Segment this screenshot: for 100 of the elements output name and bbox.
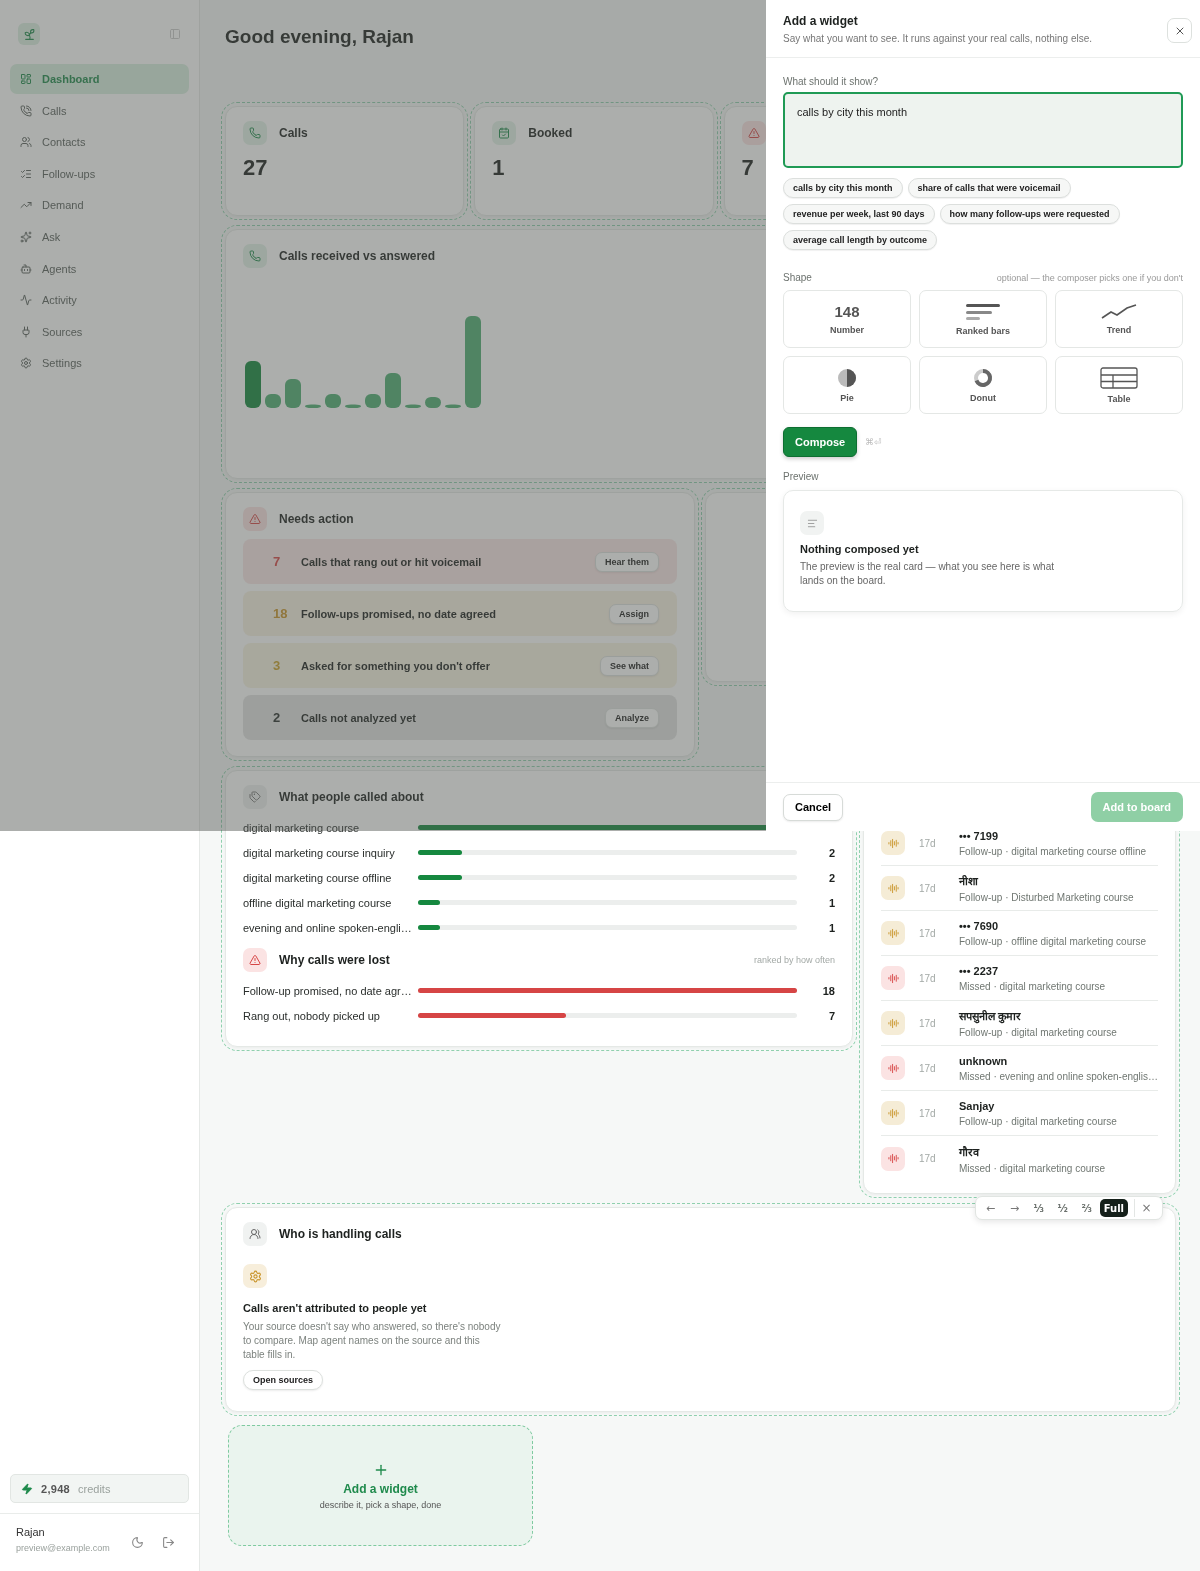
action-button[interactable]: See what (600, 655, 659, 676)
width-option[interactable]: ⅔ (1075, 1199, 1098, 1217)
call-detail: Missed · evening and online spoken-englis… (959, 1070, 1158, 1082)
chart-bar (245, 361, 261, 408)
card-title: Needs action (279, 512, 354, 526)
move-button[interactable]: ← (979, 1199, 1002, 1217)
cancel-button[interactable]: Cancel (783, 793, 844, 821)
phone-icon (243, 244, 267, 268)
move-button[interactable]: → (1003, 1199, 1026, 1217)
reason-count: 7 (827, 1009, 835, 1022)
checklist-icon (20, 167, 32, 180)
caller-name: ••• 2237 (959, 964, 1000, 977)
call-row[interactable]: 17d सपसुनील कुमार Follow-up · digital marketing course (881, 1001, 1158, 1046)
action-button[interactable]: Hear them (595, 551, 659, 572)
shape-label: Shape (783, 272, 812, 283)
section-note: ranked by how often (753, 955, 835, 965)
action-count: 7 (273, 554, 282, 569)
chart-bar (445, 404, 461, 408)
user-name: Rajan (16, 1526, 46, 1538)
call-row[interactable]: 17d नीशा Follow-up · Disturbed Marketing course (881, 866, 1158, 911)
table-icon (1100, 366, 1138, 389)
shape-option[interactable]: Donut (919, 356, 1047, 414)
compose-button[interactable]: Compose (783, 427, 858, 457)
chart-bar (325, 394, 341, 408)
stat-label: Booked (528, 126, 573, 140)
action-button[interactable]: Assign (609, 603, 659, 624)
open-sources-button[interactable]: Open sources (243, 1370, 324, 1390)
call-age: 17d (919, 927, 937, 939)
reason-count: 18 (821, 984, 835, 997)
call-row[interactable]: 17d unknown Missed · evening and online spoken-englis… (881, 1046, 1158, 1091)
close-button[interactable]: × (1134, 1199, 1158, 1217)
shape-option[interactable]: 148 Number (783, 290, 911, 348)
call-age: 17d (919, 837, 937, 849)
lines-icon (800, 511, 824, 535)
call-age: 17d (919, 1153, 937, 1164)
width-option[interactable]: ⅓ (1027, 1199, 1050, 1217)
greeting-title: Good evening, Rajan (225, 26, 414, 48)
tag-icon (243, 785, 267, 809)
topic-label: digital marketing course (243, 821, 361, 834)
shape-option[interactable]: Ranked bars (919, 290, 1047, 348)
chart-bar (285, 379, 301, 408)
call-row[interactable]: 17d Sanjay Follow-up · digital marketing course (881, 1091, 1158, 1136)
calendar-icon (492, 121, 517, 145)
contacts-icon (20, 136, 32, 149)
shape-option[interactable]: Table (1055, 356, 1183, 414)
phone-icon (243, 121, 267, 145)
reason-label: Rang out, nobody picked up (243, 1009, 381, 1022)
width-option[interactable]: ½ (1051, 1199, 1074, 1217)
caller-name: unknown (959, 1054, 1009, 1067)
card-title: Calls received vs answered (279, 249, 436, 263)
preview-title: Nothing composed yet (800, 543, 920, 555)
action-button[interactable]: Analyze (605, 707, 659, 728)
topic-label: digital marketing course offline (243, 871, 393, 884)
suggestion-chip[interactable]: how many follow-ups were requested (939, 204, 1120, 224)
moon-icon[interactable] (131, 1536, 144, 1549)
shape-option[interactable]: Trend (1055, 290, 1183, 348)
caller-name: ••• 7199 (959, 829, 1000, 842)
call-detail: Follow-up · Disturbed Marketing course (959, 892, 1134, 903)
topic-count: 2 (827, 871, 835, 884)
suggestion-chip[interactable]: average call length by outcome (783, 230, 938, 250)
activity-icon (20, 294, 32, 307)
call-row[interactable]: 17d ••• 7690 Follow-up · offline digital marketing course (881, 911, 1158, 956)
plug-icon (20, 325, 32, 338)
suggestion-chip[interactable]: share of calls that were voicemail (907, 178, 1071, 198)
call-age: 17d (919, 1017, 937, 1029)
suggestion-chip[interactable]: revenue per week, last 90 days (783, 204, 935, 224)
donut-icon (973, 367, 993, 388)
call-row[interactable]: 17d ••• 2237 Missed · digital marketing course (881, 956, 1158, 1001)
call-detail: Follow-up · digital marketing course (959, 1115, 1117, 1127)
call-row[interactable]: 17d गौरव Missed · digital marketing course (881, 1136, 1158, 1181)
sidebar-toggle-icon[interactable] (169, 28, 181, 40)
sparkle-icon (20, 230, 32, 243)
chart-bar (385, 373, 401, 408)
settings-icon (20, 357, 32, 370)
action-count: 3 (273, 658, 282, 673)
suggestion-chip[interactable]: calls by city this month (783, 178, 903, 198)
width-option[interactable]: Full (1099, 1199, 1128, 1217)
chart-bar (305, 404, 321, 408)
card-title: What people called about (279, 790, 424, 804)
prompt-field[interactable]: calls by city this month (783, 92, 1183, 168)
logout-icon[interactable] (162, 1536, 175, 1549)
people-icon (243, 1222, 267, 1246)
ranked-bars-icon (966, 302, 1000, 321)
card-title: Who is handling calls (279, 1227, 402, 1241)
caller-name: नीशा (959, 874, 980, 888)
warning-icon (243, 507, 267, 531)
caller-name: Sanjay (959, 1099, 996, 1112)
shape-option[interactable]: Pie (783, 356, 911, 414)
topic-label: digital marketing course inquiry (243, 846, 396, 859)
section-title: Why calls were lost (279, 953, 390, 967)
call-detail: Missed · digital marketing course (959, 980, 1106, 992)
gear-icon (243, 1264, 267, 1288)
action-title: Calls not analyzed yet (301, 711, 417, 724)
add-widget-tile[interactable]: Add a widget describe it, pick a shape, done (228, 1425, 533, 1546)
stat-label: Calls (279, 126, 308, 140)
empty-title: Calls aren't attributed to people yet (243, 1302, 428, 1314)
call-age: 17d (919, 882, 937, 894)
bot-icon (20, 262, 32, 275)
chart-bar (345, 404, 361, 408)
action-title: Calls that rang out or hit voicemail (301, 555, 483, 568)
